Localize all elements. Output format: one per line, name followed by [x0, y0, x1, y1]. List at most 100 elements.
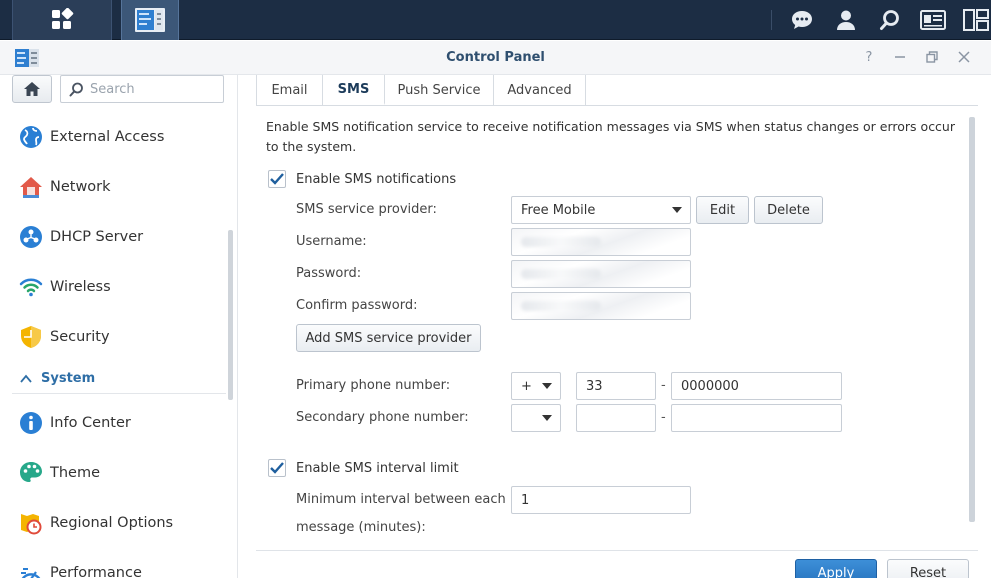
tab-sms[interactable]: SMS — [323, 75, 385, 105]
sidebar-item-label: Theme — [50, 465, 101, 481]
content-scrollbar[interactable] — [969, 117, 975, 522]
sidebar-item-label: Wireless — [50, 279, 111, 295]
secondary-country-code-field[interactable] — [576, 404, 656, 432]
tab-push-service[interactable]: Push Service — [385, 75, 494, 105]
control-panel-app-icon — [135, 8, 165, 32]
sidebar-scrollbar[interactable] — [228, 230, 233, 400]
redacted-value — [521, 237, 601, 247]
chevron-down-icon — [542, 415, 552, 421]
secondary-prefix-select[interactable] — [511, 404, 561, 432]
performance-icon — [18, 560, 44, 578]
confirm-password-field[interactable] — [511, 292, 691, 320]
interval-limit-row[interactable]: Enable SMS interval limit — [268, 459, 459, 477]
provider-value: Free Mobile — [521, 202, 596, 218]
username-label: Username: — [296, 234, 367, 249]
tab-email[interactable]: Email — [256, 75, 323, 105]
chevron-up-icon — [20, 374, 32, 383]
widgets-button[interactable] — [913, 0, 953, 40]
confirm-password-label: Confirm password: — [296, 298, 418, 313]
sidebar-item-performance[interactable]: Performance — [18, 558, 218, 578]
sidebar-item-label: Network — [50, 179, 111, 195]
wifi-icon — [18, 274, 44, 300]
phone-separator: - — [661, 378, 666, 393]
sidebar-search[interactable] — [60, 75, 224, 103]
sidebar-item-external-access[interactable]: External Access — [18, 122, 218, 152]
user-icon — [837, 10, 855, 30]
sidebar-item-label: Security — [50, 329, 110, 345]
secondary-phone-label: Secondary phone number: — [296, 410, 469, 425]
footer-divider — [256, 550, 978, 551]
sidebar-item-wireless[interactable]: Wireless — [18, 272, 218, 302]
enable-sms-row[interactable]: Enable SMS notifications — [268, 170, 456, 188]
tab-bar: Email SMS Push Service Advanced — [256, 75, 978, 106]
dhcp-icon — [18, 224, 44, 250]
main-menu-button[interactable] — [12, 0, 112, 40]
apply-button[interactable]: Apply — [795, 559, 877, 578]
password-field[interactable] — [511, 260, 691, 288]
chevron-down-icon — [672, 207, 682, 213]
username-field[interactable] — [511, 228, 691, 256]
primary-number-input[interactable] — [681, 378, 841, 394]
window-layout-icon — [963, 9, 989, 31]
sidebar-item-network[interactable]: Network — [18, 172, 218, 202]
chevron-down-icon — [542, 383, 552, 389]
search-button[interactable] — [870, 0, 910, 40]
sidebar-item-dhcp-server[interactable]: DHCP Server — [18, 222, 218, 252]
sidebar-category-system[interactable]: System — [20, 371, 95, 386]
enable-sms-label: Enable SMS notifications — [296, 171, 457, 187]
house-network-icon — [18, 174, 44, 200]
interval-label-line2: message (minutes): — [296, 520, 426, 535]
primary-prefix-select[interactable]: + — [511, 372, 561, 400]
search-icon — [880, 10, 899, 30]
edit-provider-button[interactable]: Edit — [696, 196, 749, 224]
sidebar-item-regional-options[interactable]: Regional Options — [18, 508, 218, 538]
primary-country-code-input[interactable] — [586, 378, 655, 394]
delete-provider-button[interactable]: Delete — [754, 196, 823, 224]
interval-limit-checkbox[interactable] — [268, 459, 286, 477]
window-title: Control Panel — [446, 50, 545, 65]
interval-limit-label: Enable SMS interval limit — [296, 460, 459, 476]
sidebar-item-label: Info Center — [50, 415, 131, 431]
help-button[interactable]: ? — [861, 49, 877, 65]
reset-button[interactable]: Reset — [887, 559, 969, 578]
home-icon — [24, 82, 40, 96]
sidebar-item-info-center[interactable]: Info Center — [18, 408, 218, 438]
primary-number-field[interactable] — [671, 372, 842, 400]
enable-sms-checkbox[interactable] — [268, 170, 286, 188]
sidebar-item-theme[interactable]: Theme — [18, 458, 218, 488]
sidebar-item-label: Performance — [50, 565, 142, 578]
add-sms-provider-button[interactable]: Add SMS service provider — [296, 324, 481, 352]
home-button[interactable] — [12, 75, 52, 103]
minimize-button[interactable] — [892, 49, 908, 65]
sidebar-item-label: Regional Options — [50, 515, 174, 531]
redacted-value — [521, 301, 601, 311]
sms-description: Enable SMS notification service to recei… — [266, 119, 955, 154]
user-button[interactable] — [826, 0, 866, 40]
window-titlebar[interactable]: Control Panel ? — [0, 41, 991, 75]
restore-button[interactable] — [924, 49, 940, 65]
close-button[interactable] — [956, 49, 972, 65]
interval-field[interactable] — [511, 486, 691, 514]
taskbar-separator — [771, 10, 772, 30]
widgets-icon — [920, 10, 946, 30]
sidebar-item-security[interactable]: Security — [18, 322, 218, 352]
interval-input[interactable] — [521, 492, 690, 508]
redacted-value — [521, 269, 601, 279]
sidebar-category-label: System — [41, 371, 96, 386]
secondary-number-input[interactable] — [681, 410, 841, 426]
secondary-country-code-input[interactable] — [586, 410, 655, 426]
taskbar-control-panel-button[interactable] — [121, 0, 179, 40]
regional-clock-icon — [18, 510, 44, 536]
checkmark-icon — [270, 462, 284, 474]
window-layout-button[interactable] — [956, 0, 991, 40]
help-icon: ? — [865, 49, 873, 65]
search-input[interactable] — [90, 81, 210, 97]
chat-button[interactable] — [782, 0, 822, 40]
primary-country-code-field[interactable] — [576, 372, 656, 400]
minimize-icon — [895, 56, 905, 58]
sidebar: External Access Network DHCP Server Wire… — [0, 75, 238, 578]
primary-prefix-value: + — [521, 378, 532, 394]
tab-advanced[interactable]: Advanced — [494, 75, 586, 105]
provider-select[interactable]: Free Mobile — [511, 196, 691, 224]
secondary-number-field[interactable] — [671, 404, 842, 432]
